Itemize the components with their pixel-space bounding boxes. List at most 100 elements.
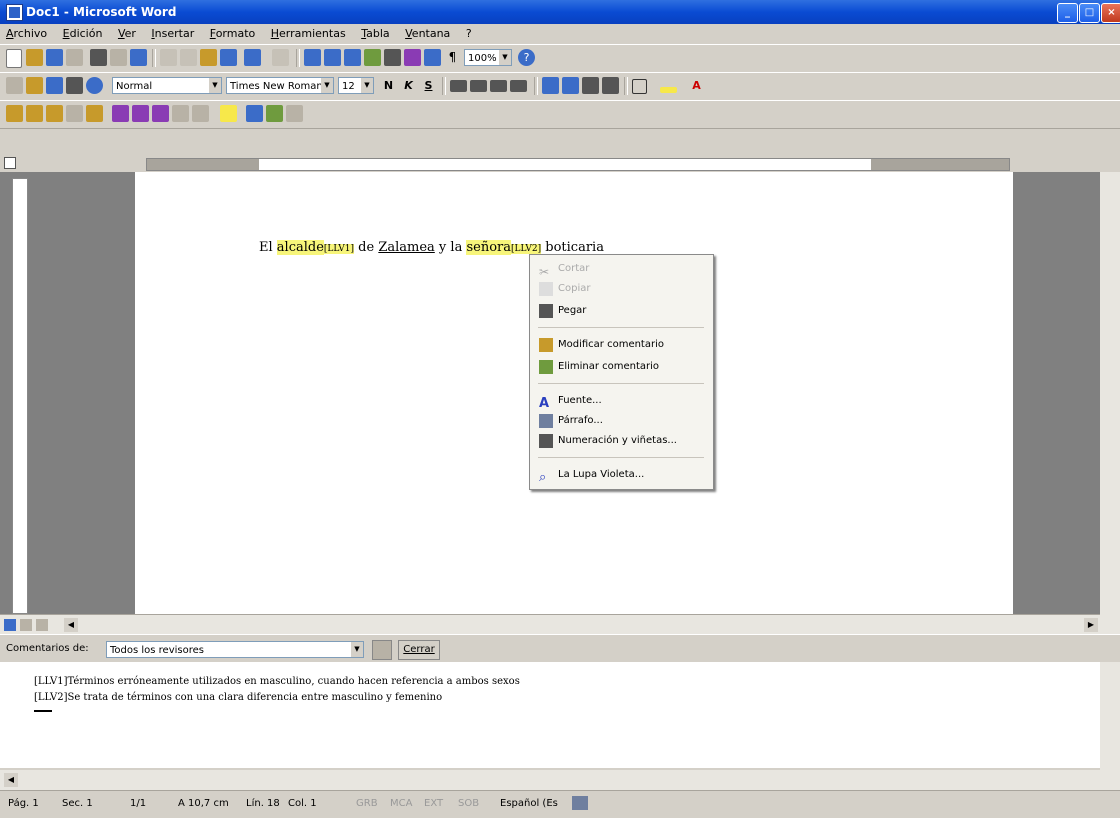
menu-ayuda[interactable]: ?: [460, 24, 478, 40]
status-mode-ext[interactable]: EXT: [424, 798, 443, 809]
print-preview-icon[interactable]: [110, 49, 127, 66]
menu-fuente[interactable]: A Fuente...: [536, 391, 706, 411]
print-view-icon[interactable]: [36, 619, 48, 631]
close-pane-button[interactable]: Cerrar: [398, 640, 440, 660]
bold-button[interactable]: N: [380, 77, 397, 94]
review-icon-7[interactable]: [132, 105, 149, 122]
spelling-icon[interactable]: [130, 49, 147, 66]
columns-icon[interactable]: [384, 49, 401, 66]
menu-formato[interactable]: Formato: [204, 24, 262, 40]
align-right-icon[interactable]: [490, 80, 507, 92]
maximize-button[interactable]: □: [1079, 3, 1100, 23]
scroll-right-icon[interactable]: ▶: [1084, 618, 1098, 632]
status-mode-mca[interactable]: MCA: [390, 798, 412, 809]
minimize-button[interactable]: _: [1057, 3, 1078, 23]
increase-indent-icon[interactable]: [602, 77, 619, 94]
research-icon[interactable]: [26, 77, 43, 94]
menu-lupa-violeta[interactable]: ⌕ La Lupa Violeta...: [536, 465, 706, 485]
scroll-left-icon[interactable]: ◀: [64, 618, 78, 632]
numbering-icon[interactable]: [542, 77, 559, 94]
reading-layout-icon[interactable]: [6, 77, 23, 94]
horizontal-scrollbar[interactable]: ◀ ▶: [0, 614, 1100, 635]
spelling-status-icon[interactable]: [572, 796, 588, 810]
menu-modificar-comentario[interactable]: Modificar comentario: [536, 335, 706, 355]
format-painter-icon[interactable]: [220, 49, 237, 66]
align-center-icon[interactable]: [470, 80, 487, 92]
word-app-icon[interactable]: [6, 4, 23, 21]
copy-icon[interactable]: [180, 49, 197, 66]
reviewing-pane-toggle-icon[interactable]: [372, 640, 392, 660]
comments-pane[interactable]: [LLV1]Términos erróneamente utilizados e…: [0, 662, 1100, 768]
bullets-icon[interactable]: [562, 77, 579, 94]
underline-button[interactable]: S: [420, 77, 437, 94]
highlight-changes-icon[interactable]: [220, 105, 237, 122]
undo-icon[interactable]: [244, 49, 261, 66]
menu-archivo[interactable]: Archivo: [0, 24, 53, 40]
status-mode-grb[interactable]: GRB: [356, 798, 378, 809]
save-icon[interactable]: [46, 49, 63, 66]
review-icon-8[interactable]: [152, 105, 169, 122]
menu-insertar[interactable]: Insertar: [145, 24, 200, 40]
status-mode-sob[interactable]: SOB: [458, 798, 479, 809]
font-select[interactable]: Times New Roman ▼: [226, 77, 334, 94]
status-language[interactable]: Español (Es: [500, 798, 558, 809]
vertical-ruler[interactable]: [12, 178, 28, 614]
web-view-icon[interactable]: [20, 619, 32, 631]
track-changes-icon[interactable]: [266, 105, 283, 122]
normal-view-icon[interactable]: [4, 619, 16, 631]
email-icon[interactable]: [46, 77, 63, 94]
justify-icon[interactable]: [510, 80, 527, 92]
menu-numeracion[interactable]: Numeración y viñetas...: [536, 431, 706, 451]
tab-selector-icon[interactable]: [4, 157, 16, 169]
reviewing-pane-icon[interactable]: [286, 105, 303, 122]
menu-tabla[interactable]: Tabla: [355, 24, 395, 40]
zoom-select[interactable]: 100% ▼: [464, 49, 512, 66]
help-icon[interactable]: ?: [518, 49, 535, 66]
review-icon-4[interactable]: [66, 105, 83, 122]
menu-herramientas[interactable]: Herramientas: [265, 24, 352, 40]
show-formatting-icon[interactable]: ¶: [444, 49, 461, 66]
open-icon[interactable]: [26, 49, 43, 66]
doc-map-icon[interactable]: [66, 77, 83, 94]
print-icon[interactable]: [90, 49, 107, 66]
comment-mark-2[interactable]: [LLV2]: [510, 244, 542, 254]
close-button[interactable]: ×: [1101, 3, 1120, 23]
comment-llv2[interactable]: [LLV2]Se trata de términos con una clara…: [34, 692, 442, 703]
review-icon-6[interactable]: [112, 105, 129, 122]
horizontal-ruler[interactable]: [0, 154, 1120, 172]
font-size-select[interactable]: 12 ▼: [338, 77, 374, 94]
comments-scroll-left-icon[interactable]: ◀: [4, 773, 18, 787]
review-icon-9[interactable]: [172, 105, 189, 122]
menu-cortar[interactable]: ✂ Cortar: [536, 259, 706, 279]
title-bar[interactable]: Doc1 - Microsoft Word _ □ ×: [0, 0, 1120, 24]
new-comment-icon[interactable]: [246, 105, 263, 122]
review-icon-10[interactable]: [192, 105, 209, 122]
menu-eliminar-comentario[interactable]: Eliminar comentario: [536, 357, 706, 377]
menu-pegar[interactable]: Pegar: [536, 301, 706, 321]
document-paragraph[interactable]: El alcalde[LLV1] de Zalamea y la señora[…: [259, 240, 604, 255]
decrease-indent-icon[interactable]: [582, 77, 599, 94]
insert-excel-icon[interactable]: [364, 49, 381, 66]
font-color-icon[interactable]: A: [688, 77, 705, 94]
insert-table-icon[interactable]: [344, 49, 361, 66]
assistant-icon[interactable]: [86, 77, 103, 94]
borders-icon[interactable]: [632, 79, 647, 94]
vertical-scrollbar[interactable]: [1100, 172, 1120, 636]
style-select[interactable]: Normal ▼: [112, 77, 222, 94]
menu-ver[interactable]: Ver: [112, 24, 142, 40]
comment-llv1[interactable]: [LLV1]Términos erróneamente utilizados e…: [34, 676, 520, 687]
review-icon-5[interactable]: [86, 105, 103, 122]
new-document-icon[interactable]: [6, 49, 22, 68]
drawing-icon[interactable]: [404, 49, 421, 66]
align-left-icon[interactable]: [450, 80, 467, 92]
commented-word-alcalde[interactable]: alcalde: [276, 240, 324, 255]
permission-icon[interactable]: [66, 49, 83, 66]
tables-borders-icon[interactable]: [324, 49, 341, 66]
review-icon-3[interactable]: [46, 105, 63, 122]
cut-icon[interactable]: [160, 49, 177, 66]
review-icon-2[interactable]: [26, 105, 43, 122]
menu-ventana[interactable]: Ventana: [399, 24, 456, 40]
menu-edicion[interactable]: Edición: [57, 24, 109, 40]
italic-button[interactable]: K: [400, 77, 417, 94]
menu-parrafo[interactable]: Párrafo...: [536, 411, 706, 431]
